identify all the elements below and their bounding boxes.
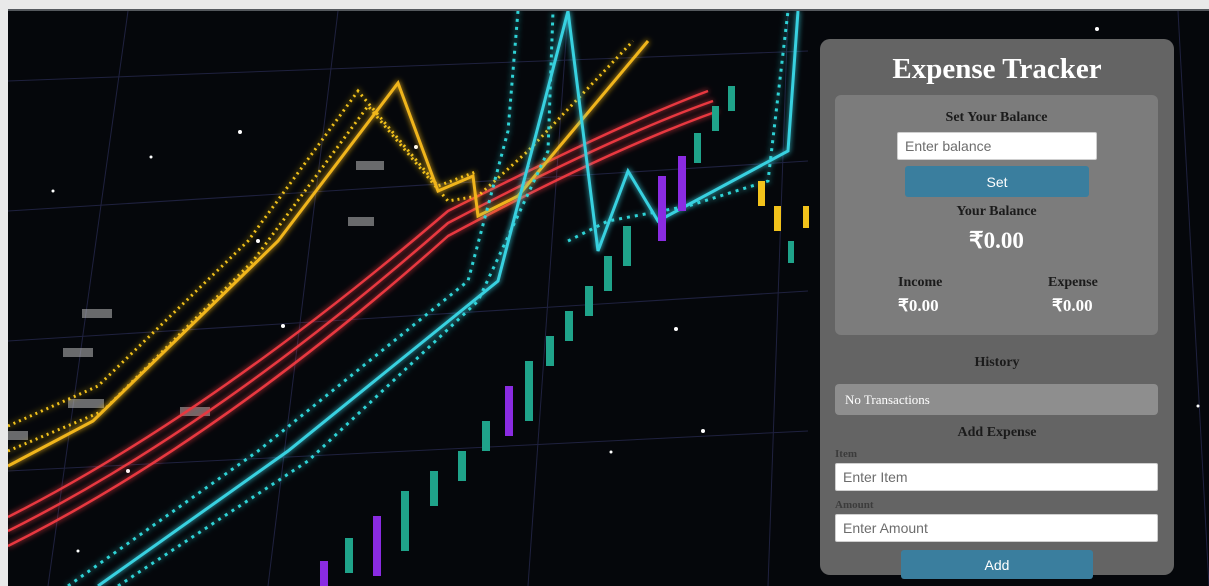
item-label: Item	[835, 448, 857, 460]
app-title: Expense Tracker	[892, 53, 1102, 85]
amount-label: Amount	[835, 499, 874, 511]
history-heading: History	[974, 355, 1020, 370]
expense-tracker-panel: Expense Tracker Set Your Balance Set You…	[820, 39, 1174, 579]
expense-value: ₹0.00	[1052, 296, 1093, 315]
app-viewport: Expense Tracker Set Your Balance Set You…	[8, 9, 1209, 586]
balance-input[interactable]	[897, 132, 1097, 160]
history-list: No Transactions	[835, 384, 1158, 415]
set-balance-heading: Set Your Balance	[945, 110, 1048, 125]
balance-value: ₹0.00	[969, 228, 1024, 253]
add-expense-button[interactable]: Add	[901, 550, 1093, 579]
income-value: ₹0.00	[898, 296, 939, 315]
amount-input[interactable]	[835, 514, 1158, 542]
history-empty-text: No Transactions	[845, 392, 930, 407]
item-input[interactable]	[835, 463, 1158, 491]
expense-label: Expense	[1048, 275, 1098, 290]
your-balance-label: Your Balance	[956, 204, 1037, 219]
set-balance-button[interactable]: Set	[905, 166, 1089, 197]
income-label: Income	[898, 275, 943, 290]
balance-section: Set Your Balance Set Your Balance ₹0.00 …	[835, 95, 1158, 335]
add-expense-heading: Add Expense	[957, 425, 1037, 440]
